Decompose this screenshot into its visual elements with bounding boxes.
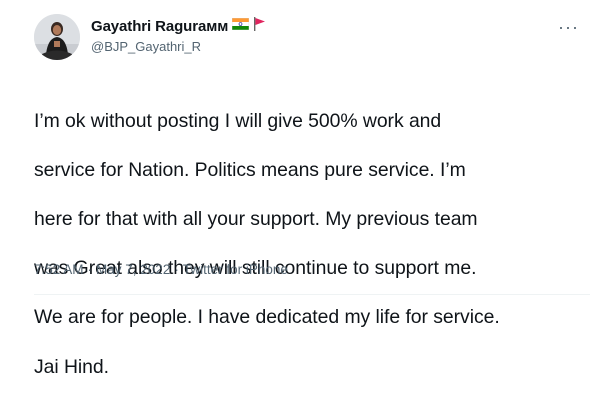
tweet-date[interactable]: May 7, 2022 [96,262,170,277]
tweet-card: Gayathri Ragurамм @BJP_Gayathri_R ··· I’… [0,0,600,378]
tweet-meta: 7:52 AM · May 7, 2022 · Twitter for iPho… [34,262,288,277]
meta-separator: · [87,262,93,277]
tweet-line: We are for people. I have dedicated my l… [34,306,500,329]
meta-separator: · [174,262,179,277]
tweet-text: I’m ok without posting I will give 500% … [34,84,589,404]
tweet-line: here for that with all your support. My … [34,207,478,230]
tweet-time[interactable]: 7:52 AM [34,262,84,277]
avatar[interactable] [34,14,80,60]
india-flag-icon [231,17,250,35]
tweet-line: Jai Hind. [34,355,109,378]
display-name[interactable]: Gayathri Ragurамм [91,18,228,35]
author-handle[interactable]: @BJP_Gayathri_R [91,39,201,54]
tweet-source[interactable]: Twitter for iPhone [183,262,288,277]
tweet-line: I’m ok without posting I will give 500% … [34,109,442,132]
tweet-line: service for Nation. Politics means pure … [34,158,466,181]
divider [34,294,590,295]
party-flag-icon [253,16,266,36]
more-options-icon[interactable]: ··· [558,18,579,36]
display-name-row: Gayathri Ragurамм [91,16,266,36]
avatar-image [34,14,80,60]
